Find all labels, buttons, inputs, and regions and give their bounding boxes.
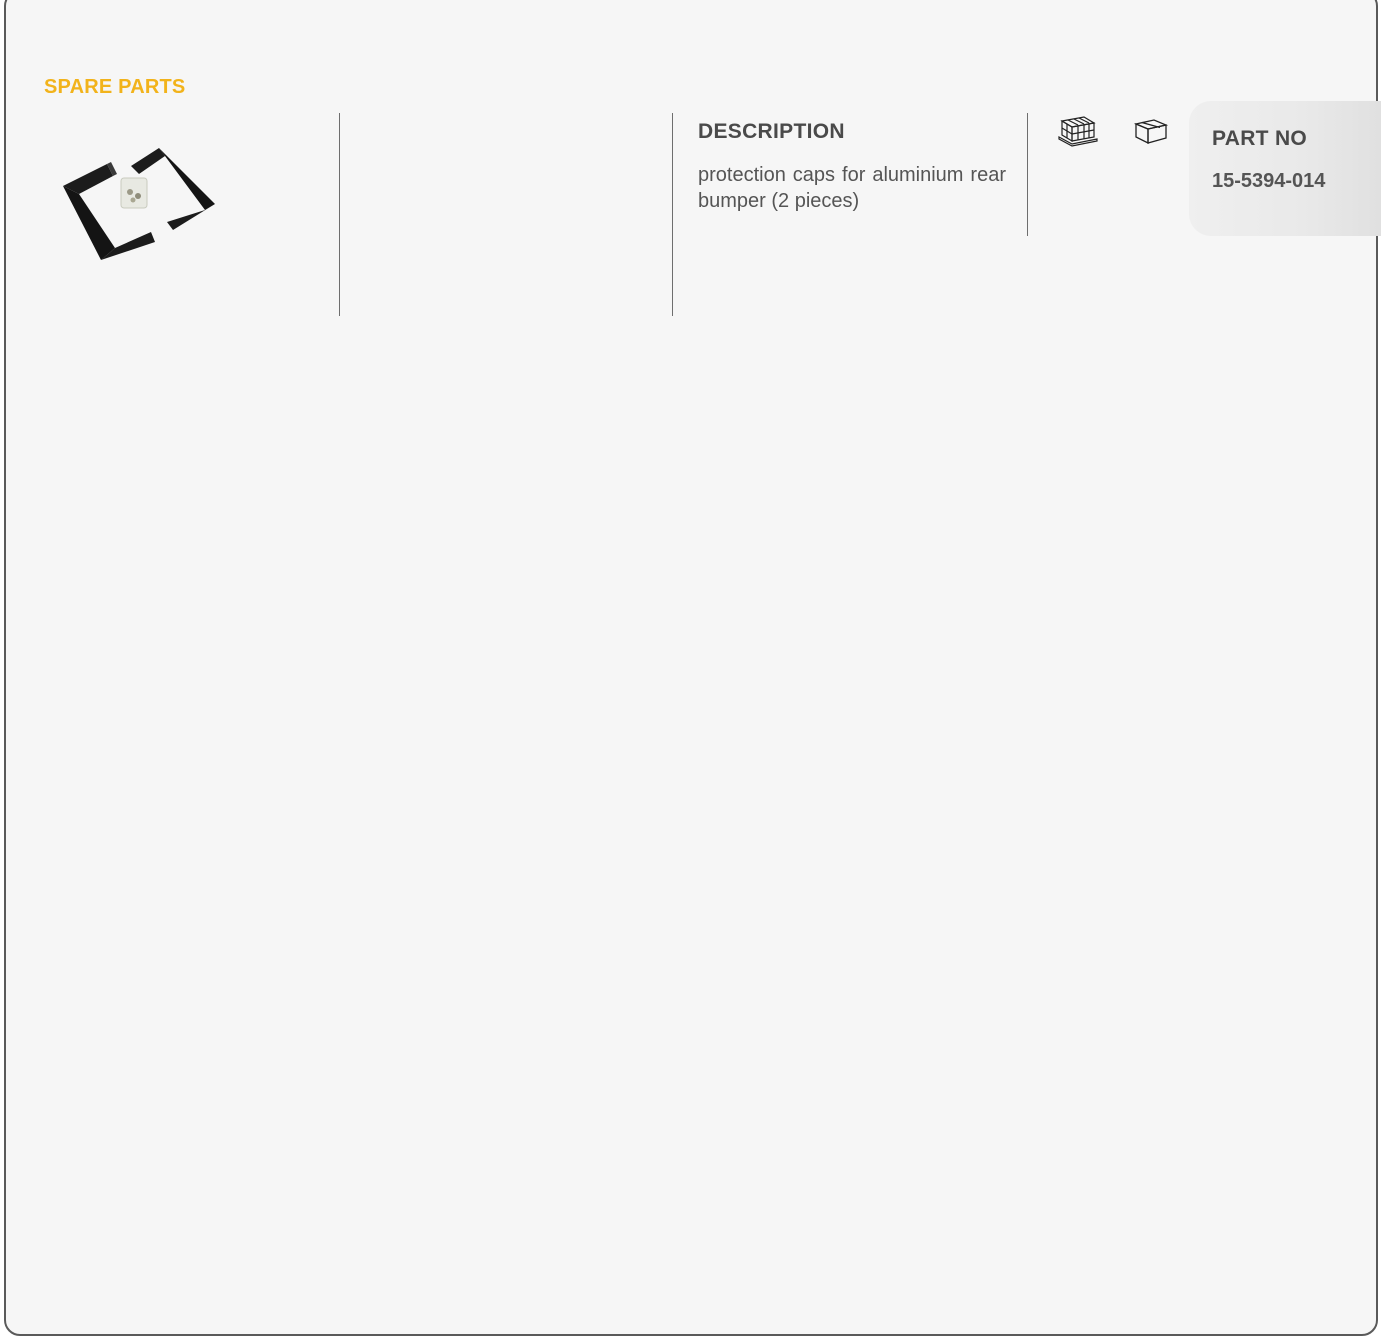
- column-divider-3: [1027, 113, 1028, 236]
- part-number-value: 15-5394-014: [1212, 170, 1326, 192]
- bumper-caps-image: [63, 148, 215, 260]
- part-number-label: PART NO: [1212, 127, 1308, 150]
- part-number-card: [1189, 101, 1381, 236]
- left-cap-shape: [63, 162, 155, 260]
- box-icon: [1133, 119, 1169, 145]
- section-title: SPARE PARTS: [44, 76, 186, 98]
- column-divider-2: [672, 113, 673, 316]
- description-text: protection caps for aluminium rear bumpe…: [698, 164, 1006, 212]
- column-divider-1: [339, 113, 340, 316]
- description-heading: DESCRIPTION: [698, 120, 845, 143]
- pallet-icon: [1058, 116, 1098, 147]
